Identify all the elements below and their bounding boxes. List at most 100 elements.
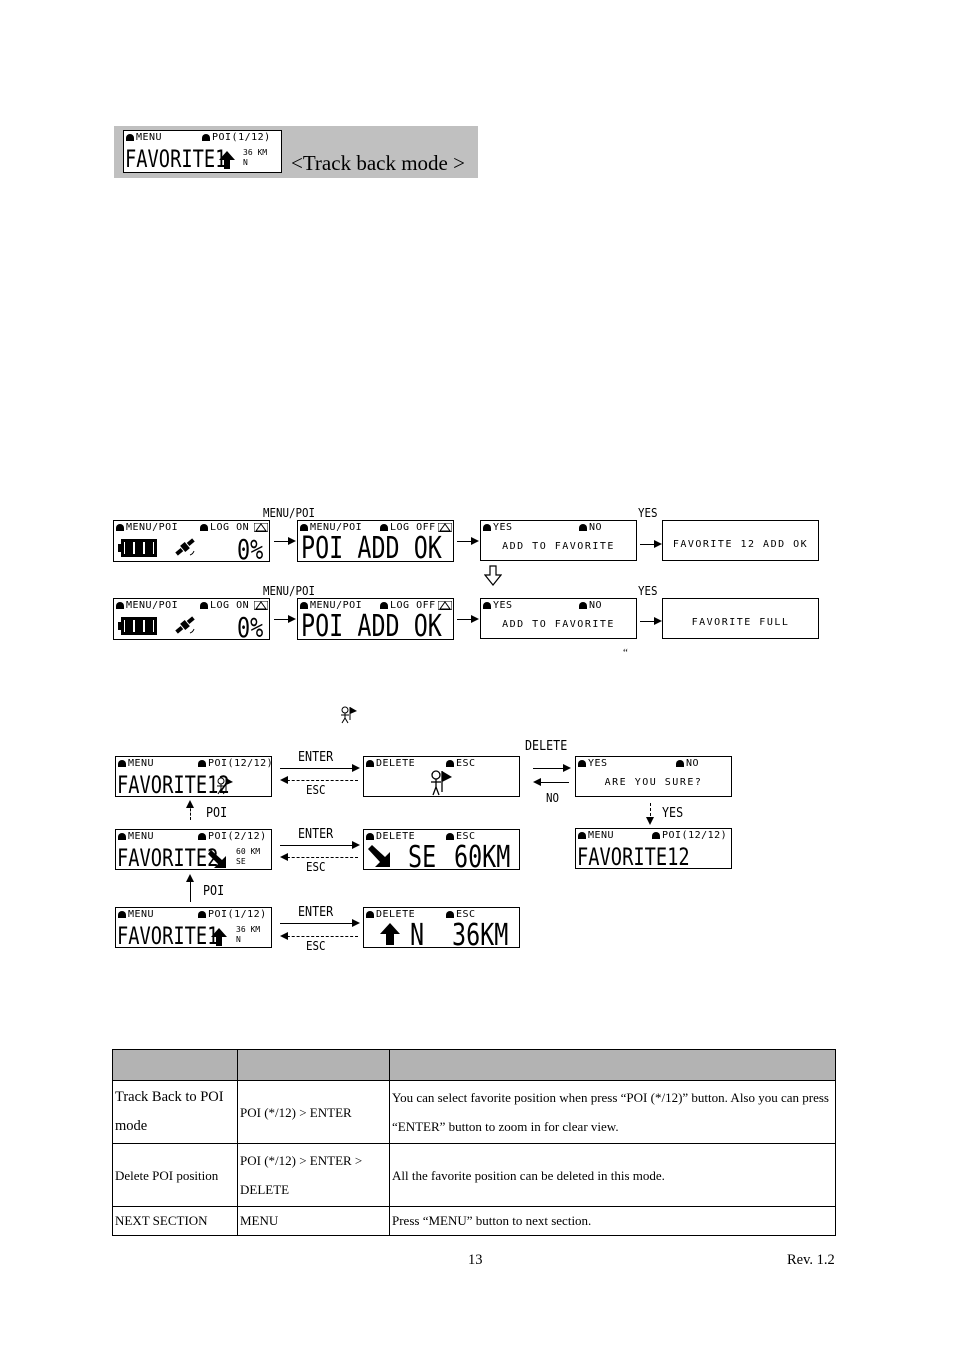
lcd-right-label: POI(1/12)	[202, 132, 271, 144]
favorite-full-text: FAVORITE FULL	[691, 617, 790, 628]
direction-label: N	[236, 935, 241, 944]
arrow-up-icon	[211, 928, 227, 946]
enter-label: ENTER	[298, 827, 334, 842]
lcd-right-label: POI(12/12)	[208, 758, 272, 769]
direction-label: SE	[236, 857, 246, 866]
bell-icon	[446, 833, 454, 840]
log-percent: 0%	[237, 611, 264, 640]
bell-icon	[380, 602, 388, 609]
esc-arrow	[280, 853, 358, 861]
lcd-left-label: YES	[493, 600, 513, 611]
table-header-row	[112, 1049, 836, 1081]
lcd-screen-delete-person: DELETE ESC	[363, 756, 520, 797]
lcd-right-label: NO	[589, 522, 603, 533]
menu-poi-label: MENU/POI	[263, 506, 316, 520]
delete-label: DELETE	[525, 739, 568, 754]
arrow-up-icon	[380, 923, 400, 945]
bell-icon	[446, 760, 454, 767]
lcd-screen-add-to-favorite: YES NO ADD TO FAVORITE	[480, 520, 637, 561]
bell-icon	[676, 760, 684, 767]
table-cell-function: Track Back to POI mode	[112, 1080, 238, 1144]
lcd-screen-are-you-sure: YES NO ARE YOU SURE?	[575, 756, 732, 797]
lcd-screen-favorite1: MENU POI(1/12) FAVORITE1 36 KM N	[115, 907, 272, 948]
lcd-screen-delete-se: DELETE ESC SE 60KM	[363, 829, 520, 870]
bell-icon	[366, 760, 374, 767]
table-header-cell	[389, 1049, 836, 1081]
lcd-right-label: ESC	[456, 758, 476, 769]
track-back-caption: <Track back mode >	[291, 151, 465, 175]
log-percent: 0%	[237, 533, 264, 562]
bell-icon	[202, 134, 210, 141]
direction-label: N	[243, 158, 248, 167]
table-cell-operation: POI (*/12) > ENTER > DELETE	[237, 1143, 390, 1207]
esc-arrow	[280, 932, 358, 940]
enter-arrow	[280, 841, 360, 849]
no-arrow	[533, 778, 569, 786]
distance-label: 60 KM	[236, 847, 261, 856]
lcd-left-label: MENU/POI	[126, 600, 179, 611]
delete-arrow	[533, 764, 571, 772]
bell-icon	[483, 524, 491, 531]
flow-arrow	[274, 537, 296, 545]
function-table: Track Back to POI mode POI (*/12) > ENTE…	[112, 1049, 836, 1236]
lcd-left-label: MENU	[588, 830, 615, 841]
lcd-screen-result-favorite12: MENU POI(12/12) FAVORITE12	[575, 828, 732, 869]
are-you-sure-text: ARE YOU SURE?	[604, 777, 703, 788]
esc-label: ESC	[306, 860, 326, 874]
warning-icon	[254, 601, 268, 610]
person-flag-icon	[341, 706, 357, 724]
battery-icon	[118, 539, 157, 557]
yes-label: YES	[662, 806, 684, 821]
yes-label: YES	[638, 584, 658, 598]
lcd-left-label: MENU/POI	[126, 522, 179, 533]
lcd-left-label: DELETE	[376, 758, 416, 769]
bell-icon	[118, 833, 126, 840]
lcd-left-label: MENU	[128, 758, 155, 769]
lcd-right-label: LOG ON	[210, 522, 250, 533]
yes-label: YES	[638, 506, 658, 520]
lcd-screen-delete-n: DELETE ESC N 36KM	[363, 907, 520, 948]
lcd-screen-add-to-favorite: YES NO ADD TO FAVORITE	[480, 598, 637, 639]
lcd-left-label: YES	[588, 758, 608, 769]
table-cell-description: Press “MENU” button to next section.	[389, 1206, 836, 1236]
lcd-right-label: POI(12/12)	[662, 830, 728, 841]
bell-icon	[483, 602, 491, 609]
favorite-name: FAVORITE1	[117, 922, 219, 948]
track-back-banner: MENU POI(1/12) FAVORITE1 36 KM N <Track …	[114, 126, 478, 178]
poi-label: POI	[203, 884, 225, 899]
enter-label: ENTER	[298, 905, 334, 920]
table-cell-function: NEXT SECTION	[112, 1206, 238, 1236]
flow-arrow	[457, 615, 479, 623]
add-to-favorite-text: ADD TO FAVORITE	[502, 541, 615, 552]
bell-icon	[200, 602, 208, 609]
favorite-name: FAVORITE12	[577, 843, 690, 869]
bell-icon	[366, 911, 374, 918]
poi-label: POI	[206, 806, 228, 821]
flow-arrow	[274, 615, 296, 623]
lcd-right-label: NO	[589, 600, 603, 611]
table-cell-operation: POI (*/12) > ENTER	[237, 1080, 390, 1144]
bell-icon	[446, 911, 454, 918]
bell-icon	[116, 524, 124, 531]
lcd-screen-poi-add-ok: MENU/POI LOG OFF POI ADD OK	[297, 520, 454, 562]
stray-quote: “	[623, 647, 628, 659]
bell-icon	[579, 524, 587, 531]
add-to-favorite-text: ADD TO FAVORITE	[502, 619, 615, 630]
favorite-name: FAVORITE2	[117, 844, 219, 870]
lcd-screen-favorite-full: FAVORITE FULL	[662, 598, 819, 639]
bell-icon	[380, 524, 388, 531]
satellite-icon	[175, 538, 195, 556]
poi-add-ok-text: POI ADD OK	[301, 531, 442, 562]
lcd-left-label: MENU	[128, 831, 155, 842]
flow-arrow	[457, 537, 479, 545]
warning-icon	[254, 523, 268, 532]
poi-add-ok-text: POI ADD OK	[301, 609, 442, 640]
bell-icon	[198, 911, 206, 918]
favorite-add-ok-text: FAVORITE 12 ADD OK	[672, 539, 809, 550]
distance-big: 36KM	[452, 918, 509, 948]
lcd-screen-poi-add-ok: MENU/POI LOG OFF POI ADD OK	[297, 598, 454, 640]
arrow-up-icon	[219, 151, 235, 169]
no-label: NO	[546, 791, 560, 805]
bell-icon	[300, 602, 308, 609]
lcd-right-label: POI(1/12)	[208, 909, 267, 920]
